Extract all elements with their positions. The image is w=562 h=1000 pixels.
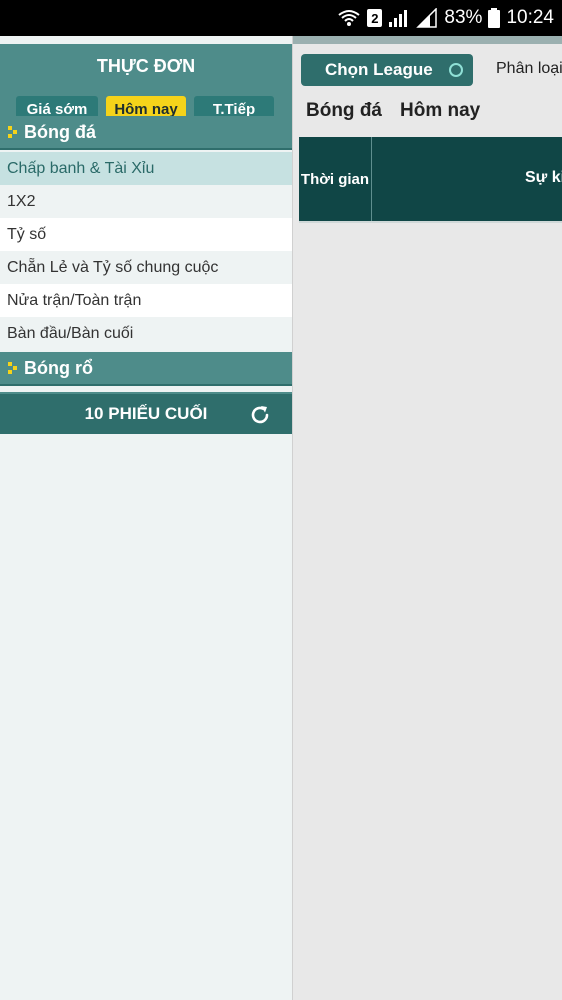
category-soccer[interactable]: Bóng đá: [0, 116, 292, 150]
table-divider: [299, 221, 562, 223]
clock: 10:24: [506, 7, 554, 28]
menu-item-half-full[interactable]: Nửa trận/Toàn trận: [0, 284, 292, 317]
category-basketball[interactable]: Bóng rổ: [0, 352, 292, 386]
column-event: Sự kiện: [525, 169, 562, 186]
status-bar: 2 83% 10:24: [0, 0, 562, 36]
menu-title: THỰC ĐƠN: [96, 56, 196, 76]
sort-button[interactable]: Phân loại: [496, 60, 562, 78]
signal-icon: [389, 10, 408, 27]
battery-icon: [488, 8, 501, 28]
sim-badge: 2: [367, 9, 383, 27]
top-strip: [293, 36, 562, 44]
menu-item-score[interactable]: Tỷ số: [0, 218, 292, 251]
menu-header: THỰC ĐƠN Giá sớm Hôm nay T.Tiếp: [0, 44, 292, 122]
menu-item-1x2[interactable]: 1X2: [0, 185, 292, 218]
main-panel: Chọn League Phân loại Bóng đá Hôm nay Th…: [292, 36, 562, 1000]
day-title: Hôm nay: [400, 100, 481, 121]
category-soccer-label: Bóng đá: [24, 121, 96, 142]
odds-table-header: Thời gian Sự kiện: [299, 137, 562, 221]
signal-2-icon: [416, 8, 438, 28]
choose-league-label: Chọn League: [325, 60, 433, 79]
refresh-icon[interactable]: [248, 403, 272, 427]
wifi-icon: [338, 10, 361, 26]
left-menu-panel: THỰC ĐƠN Giá sớm Hôm nay T.Tiếp Bóng đá …: [0, 36, 292, 1000]
bullet-icon: [8, 360, 18, 376]
bullet-icon: [8, 124, 18, 140]
last-bets-bar[interactable]: 10 PHIẾU CUỐI: [0, 392, 292, 434]
column-time: Thời gian: [299, 137, 372, 221]
status-icons: 2 83% 10:24: [337, 0, 554, 36]
battery-percent: 83%: [444, 7, 483, 28]
radio-dot-icon: [449, 63, 463, 77]
category-basketball-label: Bóng rổ: [24, 357, 93, 378]
last-bets-label: 10 PHIẾU CUỐI: [84, 404, 208, 423]
menu-item-handicap[interactable]: Chấp banh & Tài Xỉu: [0, 152, 292, 185]
menu-item-first-last-goal[interactable]: Bàn đầu/Bàn cuối: [0, 317, 292, 350]
choose-league-button[interactable]: Chọn League: [301, 54, 473, 86]
menu-item-odd-even[interactable]: Chẵn Lẻ và Tỷ số chung cuộc: [0, 251, 292, 284]
sport-title: Bóng đá: [306, 100, 382, 121]
